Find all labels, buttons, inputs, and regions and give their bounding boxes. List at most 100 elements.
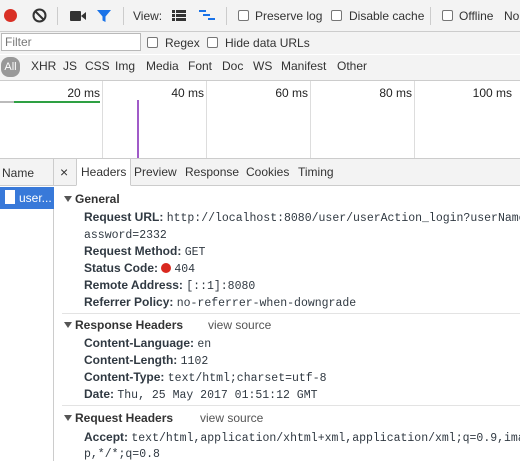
header-key: Date: [84,387,115,401]
remote-address-key: Remote Address: [84,278,183,292]
tab-cookies[interactable]: Cookies [246,159,289,186]
timeline-gridline [414,81,415,158]
timeline-request-bar [0,101,14,103]
request-headers-title[interactable]: Request Headers [75,411,173,425]
header-key: Content-Length: [84,353,178,367]
tab-preview[interactable]: Preview [134,159,177,186]
general-section-title[interactable]: General [75,192,120,206]
response-view-source-link[interactable]: view source [208,318,271,332]
request-row-selected[interactable]: user... [0,187,54,209]
throttling-select[interactable]: No [504,9,519,23]
type-filter-font[interactable]: Font [188,59,212,73]
header-value-wrap: p,*/*;q=0.8 [84,448,160,461]
response-header-row: Content-Length: 1102 [84,353,208,368]
view-label: View: [133,9,163,23]
hide-data-urls-label: Hide data URLs [225,36,310,50]
toolbar-divider [430,7,431,25]
preserve-log-checkbox[interactable] [238,10,249,21]
timeline-gridline [310,81,311,158]
header-value: Thu, 25 May 2017 01:51:12 GMT [117,389,318,402]
header-key: Accept: [84,430,129,444]
screenshot-button[interactable] [70,10,86,22]
type-filter-img[interactable]: Img [115,59,135,73]
document-icon [5,190,15,204]
disable-cache-checkbox[interactable] [331,10,342,21]
offline-checkbox[interactable] [442,10,453,21]
type-filter-ws[interactable]: WS [253,59,272,73]
referrer-policy-row: Referrer Policy: no-referrer-when-downgr… [84,295,356,310]
filter-input[interactable] [1,33,141,51]
type-filter-doc[interactable]: Doc [222,59,243,73]
section-divider [62,405,520,406]
type-filter-js[interactable]: JS [63,59,77,73]
video-camera-icon [70,11,86,21]
request-header-wrap: p,*/*;q=0.8 [84,446,160,461]
tab-headers[interactable]: Headers [76,159,132,186]
toolbar-divider [226,7,227,25]
offline-label: Offline [459,9,494,23]
clear-button[interactable] [32,8,47,23]
request-name: user... [19,191,52,205]
preserve-log-label: Preserve log [255,9,323,23]
header-value: text/html;charset=utf-8 [167,372,327,385]
type-filter-other[interactable]: Other [337,59,367,73]
status-code-key: Status Code: [84,261,159,275]
status-code-row: Status Code: 404 [84,261,195,276]
timeline-gridline [206,81,207,158]
tab-timing[interactable]: Timing [298,159,334,186]
toolbar-divider [57,7,58,25]
error-status-icon [161,263,172,273]
request-method-value: GET [184,246,206,259]
filter-toggle-button[interactable] [97,9,111,23]
timeline-tick-label: 100 ms [472,86,512,100]
timeline-tick-label: 20 ms [67,86,100,100]
close-details-button[interactable]: × [60,164,68,180]
section-divider [62,313,520,314]
request-method-key: Request Method: [84,244,182,258]
regex-label: Regex [165,36,200,50]
request-url-value-wrap: assword=2332 [84,229,167,242]
collapse-triangle-icon[interactable] [64,322,72,328]
type-filter-manifest[interactable]: Manifest [281,59,326,73]
response-headers-title[interactable]: Response Headers [75,318,183,332]
header-value: 1102 [180,355,209,368]
timeline-request-bar [14,101,100,103]
response-header-row: Date: Thu, 25 May 2017 01:51:12 GMT [84,387,318,402]
type-filter-all[interactable]: All [1,57,20,77]
list-view-icon [172,10,186,21]
type-filter-media[interactable]: Media [146,59,179,73]
request-url-key: Request URL: [84,210,164,224]
funnel-icon [97,10,111,22]
status-code-value: 404 [174,263,196,276]
regex-checkbox[interactable] [147,37,158,48]
tab-response[interactable]: Response [185,159,239,186]
request-url-row: Request URL: http://localhost:8080/user/… [84,210,520,225]
remote-address-row: Remote Address: [::1]:8080 [84,278,255,293]
hide-data-urls-checkbox[interactable] [207,37,218,48]
large-rows-button[interactable] [172,10,186,21]
type-filter-css[interactable]: CSS [85,59,110,73]
timeline-tick-label: 40 ms [171,86,204,100]
header-value: en [197,338,212,351]
name-column-header[interactable]: Name [0,159,54,186]
waterfall-view-button[interactable] [199,10,215,21]
type-filter-xhr[interactable]: XHR [31,59,56,73]
timeline-tick-label: 60 ms [275,86,308,100]
record-button[interactable] [4,9,17,22]
clear-icon [32,8,47,23]
timeline-tick-label: 80 ms [379,86,412,100]
collapse-triangle-icon[interactable] [64,196,72,202]
disable-cache-label: Disable cache [349,9,425,23]
request-url-value: http://localhost:8080/user/userAction_lo… [166,212,520,225]
toolbar-divider [123,7,124,25]
name-column-label: Name [2,166,35,180]
timeline-gridline [102,81,103,158]
request-view-source-link[interactable]: view source [200,411,263,425]
collapse-triangle-icon[interactable] [64,415,72,421]
response-header-row: Content-Type: text/html;charset=utf-8 [84,370,327,385]
request-header-row: Accept: text/html,application/xhtml+xml,… [84,430,520,445]
header-key: Content-Language: [84,336,194,350]
waterfall-icon [199,10,215,20]
request-url-wrap: assword=2332 [84,227,167,242]
timeline-load-marker [137,100,139,158]
